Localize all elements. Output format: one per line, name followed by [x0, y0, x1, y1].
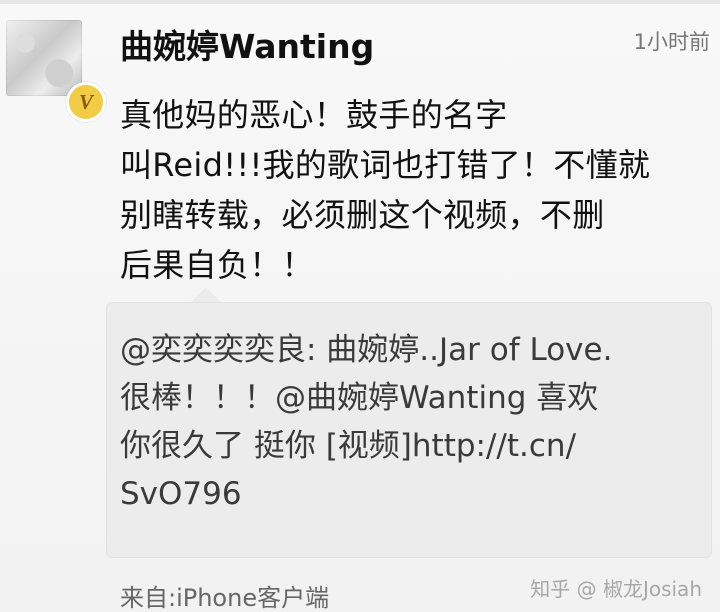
post-text-line: 真他妈的恶心！鼓手的名字	[120, 96, 508, 134]
source-label: 来自:iPhone客户端	[120, 584, 330, 612]
repost-pointer	[190, 287, 222, 303]
reposted-text: @奕奕奕奕良: 曲婉婷..Jar of Love. 很棒！！！@曲婉婷Wanti…	[120, 326, 700, 518]
reposted-text-line: @奕奕奕奕良: 曲婉婷..Jar of Love.	[120, 332, 613, 368]
verified-badge-icon: V	[66, 82, 106, 122]
weibo-post-card: V 曲婉婷Wanting 1小时前 真他妈的恶心！鼓手的名字 叫Reid!!!我…	[0, 0, 720, 612]
timestamp: 1小时前	[633, 30, 710, 54]
username[interactable]: 曲婉婷Wanting	[120, 20, 374, 68]
reposted-text-line: SvO796	[120, 476, 242, 512]
avatar[interactable]	[6, 20, 82, 96]
avatar-container[interactable]: V	[6, 20, 106, 122]
watermark-text: 知乎 @ 椒龙Josiah	[530, 577, 702, 601]
reposted-text-line: 你很久了 挺你 [视频]http://t.cn/	[120, 428, 577, 464]
divider	[0, 0, 720, 4]
post-text-line: 叫Reid!!!我的歌词也打错了！不懂就	[120, 146, 651, 184]
post-text: 真他妈的恶心！鼓手的名字 叫Reid!!!我的歌词也打错了！不懂就 别瞎转载，必…	[120, 90, 710, 290]
post-text-line: 别瞎转载，必须删这个视频，不删	[120, 196, 605, 234]
post-text-line: 后果自负！！	[120, 246, 314, 284]
watermark: 知乎 @ 椒龙Josiah	[530, 573, 702, 602]
reposted-text-line: 很棒！！！@曲婉婷Wanting 喜欢	[120, 380, 599, 416]
